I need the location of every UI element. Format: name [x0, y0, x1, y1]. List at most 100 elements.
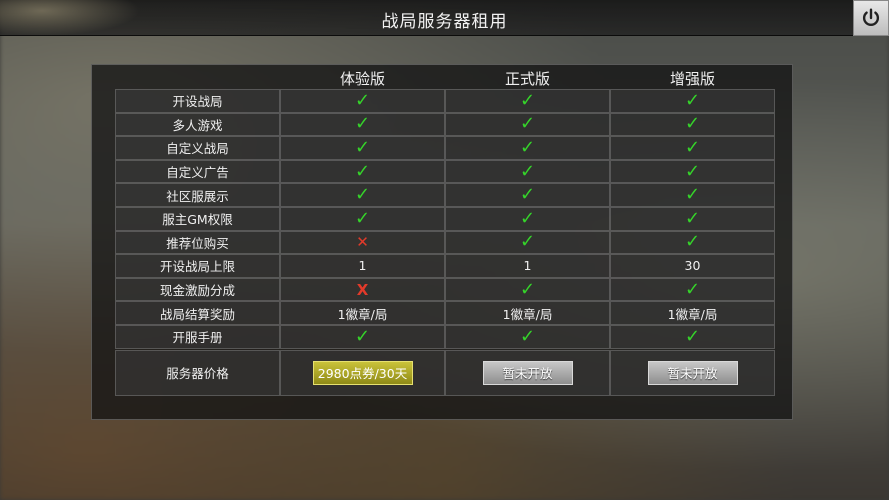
- table-cell: ✓: [610, 136, 775, 160]
- check-icon: ✓: [354, 184, 371, 206]
- comparison-table: 体验版 正式版 增强版 开设战局 ✓ ✓ ✓ 多人游戏 ✓ ✓ ✓ 自定义战局 ✓ ✓ ✓ 自定义广告 ✓…: [115, 67, 775, 396]
- table-header-row: 体验版 正式版 增强版: [115, 67, 775, 89]
- table-cell: ✓: [445, 324, 610, 349]
- page-title: 战局服务器租用: [381, 12, 508, 32]
- row-label: 服主GM权限: [115, 206, 280, 231]
- check-icon: ✓: [684, 184, 701, 206]
- cell-value: 1: [523, 258, 532, 274]
- table-cell: ✓: [445, 183, 610, 207]
- table-cell: ✓: [445, 89, 610, 113]
- check-icon: ✓: [519, 184, 536, 206]
- check-icon: ✓: [519, 207, 536, 229]
- table-cell: ✓: [280, 159, 445, 184]
- table-cell: ✓: [280, 89, 445, 113]
- table-cell: X: [280, 277, 445, 302]
- row-label: 开设战局上限: [115, 254, 280, 278]
- check-icon: ✓: [354, 325, 371, 347]
- table-cell: ✓: [445, 277, 610, 302]
- table-cell: ✓: [610, 89, 775, 113]
- table-row: 推荐位购买 ✕ ✓ ✓: [115, 230, 775, 255]
- table-row: 开设战局 ✓ ✓ ✓: [115, 89, 775, 113]
- table-cell: 1徽章/局: [610, 301, 775, 325]
- row-label: 开服手册: [115, 324, 280, 349]
- row-label: 战局结算奖励: [115, 301, 280, 325]
- power-icon: [862, 8, 880, 27]
- table-cell: ✓: [610, 277, 775, 302]
- cross-icon: ✕: [356, 232, 369, 251]
- column-header: 正式版: [504, 69, 550, 88]
- check-icon: ✓: [519, 325, 536, 347]
- check-icon: ✓: [519, 136, 536, 158]
- price-cell: 暂未开放: [610, 349, 775, 396]
- cell-value: 1: [358, 258, 367, 274]
- check-icon: ✓: [354, 207, 371, 229]
- check-icon: ✓: [354, 160, 371, 182]
- table-row: 服主GM权限 ✓ ✓ ✓: [115, 206, 775, 231]
- price-row: 服务器价格 2980点券/30天 暂未开放 暂未开放: [115, 349, 775, 396]
- table-cell: ✓: [445, 112, 610, 137]
- row-label: 自定义战局: [115, 136, 280, 160]
- table-row: 多人游戏 ✓ ✓ ✓: [115, 112, 775, 137]
- check-icon: ✓: [684, 89, 701, 111]
- cell-value: X: [356, 280, 369, 299]
- check-icon: ✓: [519, 231, 536, 253]
- check-icon: ✓: [354, 136, 371, 158]
- check-icon: ✓: [684, 113, 701, 135]
- table-row: 现金激励分成 X ✓ ✓: [115, 277, 775, 302]
- table-cell: 1徽章/局: [280, 301, 445, 325]
- table-cell: ✓: [610, 230, 775, 255]
- row-label: 多人游戏: [115, 112, 280, 137]
- table-row: 自定义战局 ✓ ✓ ✓: [115, 136, 775, 160]
- check-icon: ✓: [684, 160, 701, 182]
- check-icon: ✓: [684, 325, 701, 347]
- table-cell: ✓: [610, 206, 775, 231]
- check-icon: ✓: [519, 278, 536, 300]
- row-label: 现金激励分成: [115, 277, 280, 302]
- header-corner: [115, 67, 280, 89]
- price-cell: 暂未开放: [445, 349, 610, 396]
- table-cell: ✓: [445, 230, 610, 255]
- check-icon: ✓: [519, 113, 536, 135]
- price-label: 服务器价格: [115, 349, 280, 396]
- table-cell: ✓: [280, 206, 445, 231]
- cell-value: 30: [684, 258, 701, 274]
- check-icon: ✓: [684, 231, 701, 253]
- table-row: 开设战局上限 1 1 30: [115, 254, 775, 278]
- table-row: 社区服展示 ✓ ✓ ✓: [115, 183, 775, 207]
- check-icon: ✓: [684, 136, 701, 158]
- table-cell: ✓: [445, 159, 610, 184]
- check-icon: ✓: [354, 89, 371, 111]
- table-cell: ✓: [610, 324, 775, 349]
- table-cell: ✓: [280, 136, 445, 160]
- cell-value: 1徽章/局: [667, 306, 718, 322]
- table-row: 战局结算奖励 1徽章/局 1徽章/局 1徽章/局: [115, 301, 775, 325]
- table-cell: ✓: [610, 159, 775, 184]
- check-icon: ✓: [684, 278, 701, 300]
- check-icon: ✓: [354, 113, 371, 135]
- price-cell: 2980点券/30天: [280, 349, 445, 396]
- row-label: 开设战局: [115, 89, 280, 113]
- not-available-button[interactable]: 暂未开放: [482, 360, 573, 385]
- cell-value: 1徽章/局: [502, 306, 553, 322]
- check-icon: ✓: [684, 207, 701, 229]
- cell-value: 1徽章/局: [337, 306, 388, 322]
- table-cell: 1: [445, 254, 610, 278]
- table-cell: ✓: [445, 136, 610, 160]
- table-cell: 1徽章/局: [445, 301, 610, 325]
- column-header: 体验版: [339, 69, 385, 88]
- comparison-panel: 体验版 正式版 增强版 开设战局 ✓ ✓ ✓ 多人游戏 ✓ ✓ ✓ 自定义战局 ✓ ✓ ✓ 自定义广告 ✓…: [91, 64, 793, 420]
- table-cell: ✓: [610, 112, 775, 137]
- check-icon: ✓: [519, 160, 536, 182]
- table-row: 自定义广告 ✓ ✓ ✓: [115, 159, 775, 184]
- not-available-button[interactable]: 暂未开放: [647, 360, 738, 385]
- buy-trial-button[interactable]: 2980点券/30天: [312, 360, 413, 385]
- table-row: 开服手册 ✓ ✓ ✓: [115, 324, 775, 349]
- power-button[interactable]: [853, 0, 889, 36]
- table-cell: ✓: [280, 183, 445, 207]
- table-cell: ✓: [610, 183, 775, 207]
- table-cell: ✕: [280, 230, 445, 255]
- table-cell: ✓: [445, 206, 610, 231]
- check-icon: ✓: [519, 89, 536, 111]
- row-label: 自定义广告: [115, 159, 280, 184]
- table-cell: ✓: [280, 324, 445, 349]
